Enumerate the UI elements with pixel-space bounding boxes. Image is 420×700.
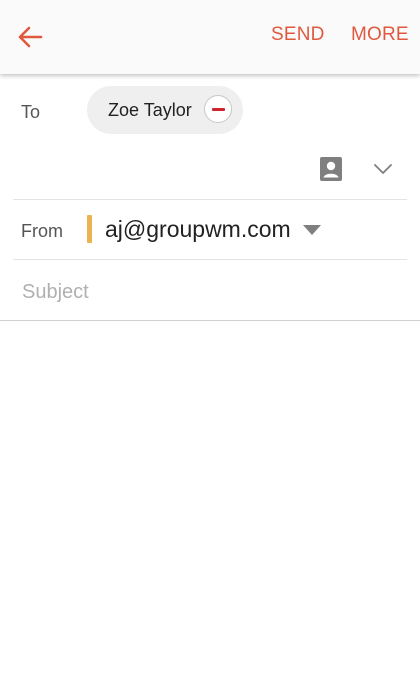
subject-input[interactable] [22,276,402,308]
divider [13,199,407,200]
to-label: To [21,102,41,122]
compose-screen: SEND MORE To Zoe Taylor From aj@groupwm.… [0,0,420,700]
arrow-left-icon [18,26,43,48]
triangle-down-icon[interactable] [302,224,322,236]
remove-recipient-button[interactable] [204,95,232,123]
account-color-marker [87,215,92,243]
divider [13,259,407,260]
contact-card-icon[interactable] [318,156,344,182]
message-body-editor[interactable] [0,321,420,700]
chevron-down-icon[interactable] [372,159,394,179]
recipient-chip-name: Zoe Taylor [108,100,192,120]
from-label: From [21,221,63,241]
minus-circle-icon [211,107,225,111]
recipient-chip[interactable]: Zoe Taylor [87,86,243,134]
from-account-selector[interactable]: aj@groupwm.com [105,216,291,243]
send-button[interactable]: SEND [271,24,325,46]
back-button[interactable] [10,17,50,57]
toolbar: SEND MORE [0,0,420,74]
more-button[interactable]: MORE [351,24,409,46]
